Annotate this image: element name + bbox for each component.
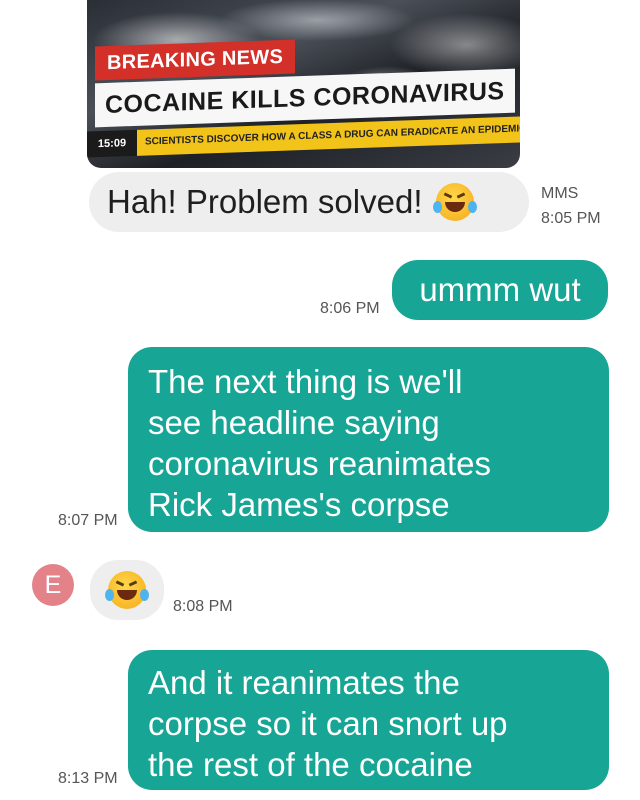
message-timestamp: 8:08 PM [173,598,233,615]
message-timestamp: 8:05 PM [541,210,601,227]
message-line: Rick James's corpse [148,486,450,523]
message-line: corpse so it can snort up [148,705,508,742]
message-text: Hah! Problem solved! [107,183,423,220]
outgoing-message-bubble[interactable]: The next thing is we'll see headline say… [128,347,609,532]
message-timestamp: 8:07 PM [58,512,118,529]
message-timestamp: 8:13 PM [58,770,118,787]
laughing-emoji-icon [105,571,149,609]
message-line: And it reanimates the [148,664,460,701]
breaking-news-tag: BREAKING NEWS [95,39,296,81]
message-line: see headline saying [148,404,440,441]
outgoing-message-bubble[interactable]: And it reanimates the corpse so it can s… [128,650,609,790]
ticker-time: 15:09 [87,129,137,158]
contact-avatar[interactable]: E [32,564,74,606]
message-thread: BREAKING NEWS COCAINE KILLS CORONAVIRUS … [0,0,640,800]
incoming-message-bubble[interactable] [90,560,164,620]
laughing-emoji-icon [433,183,478,221]
message-line: the rest of the cocaine [148,746,473,783]
message-type-label: MMS [541,185,579,202]
message-line: coronavirus reanimates [148,445,491,482]
mms-image-attachment[interactable]: BREAKING NEWS COCAINE KILLS CORONAVIRUS … [87,0,520,168]
message-line: The next thing is we'll [148,363,463,400]
message-text: ummm wut [419,271,581,308]
incoming-message-bubble[interactable]: Hah! Problem solved! [89,172,529,232]
outgoing-message-bubble[interactable]: ummm wut [392,260,608,320]
message-timestamp: 8:06 PM [320,300,380,317]
